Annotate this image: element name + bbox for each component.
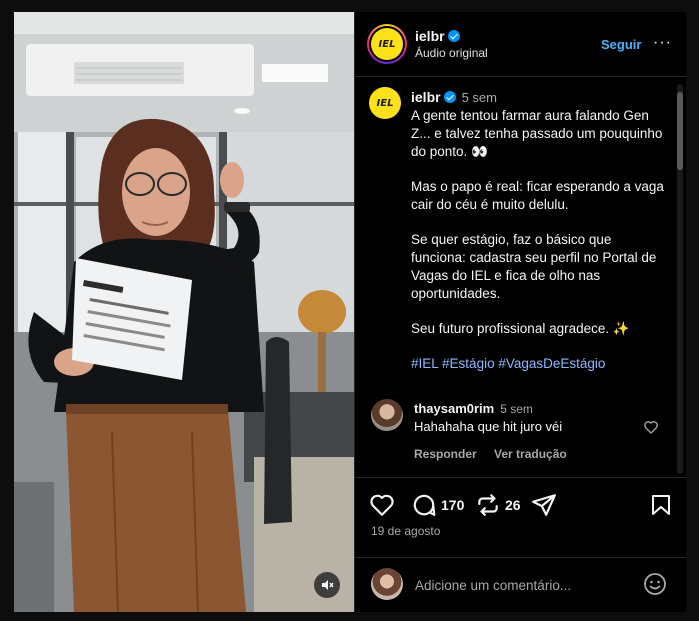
caption-time[interactable]: 5 sem [462,90,497,105]
hashtag-link[interactable]: #Estágio [442,356,495,371]
comment-avatar[interactable] [371,399,403,431]
post-header: IEL ielbr Áudio original Seguir ··· [355,12,686,77]
caption-paragraph: Mas o papo é real: ficar esperando a vag… [411,179,664,212]
emoji-button[interactable] [643,572,667,601]
mute-button[interactable] [314,572,340,598]
caption-paragraph: A gente tentou farmar aura falando Gen Z… [411,108,663,159]
comment-header: thaysam0rim 5 sem [414,401,533,416]
post-caption: A gente tentou farmar aura falando Gen Z… [411,107,666,390]
translate-button[interactable]: Ver tradução [494,447,567,461]
author-username[interactable]: ielbr [415,28,445,44]
repost-icon [478,494,498,516]
comments-section: IEL ielbr 5 sem A gente tentou farmar aur… [355,77,686,477]
caption-username[interactable]: ielbr [411,89,441,105]
follow-button[interactable]: Seguir [601,37,641,52]
comments-count[interactable]: 170 [441,497,464,513]
verified-badge-icon [443,91,456,103]
comment-input[interactable] [413,572,637,598]
comment-like-button[interactable] [643,419,659,440]
author-name-row: ielbr [415,28,460,46]
reply-button[interactable]: Responder [414,447,477,461]
comment-icon [413,494,436,516]
iel-logo: IEL [371,28,403,60]
caption-paragraph: Se quer estágio, faz o básico que funcio… [411,232,657,301]
caption-hashtags: #IEL #Estágio #VagasDeEstágio [411,355,666,373]
verified-badge-icon [447,30,460,42]
repost-button[interactable] [475,492,501,523]
caption-paragraph: Seu futuro profissional agradece. ✨ [411,321,630,336]
video-frame-image [14,12,354,612]
comment-button[interactable] [411,492,437,523]
like-button[interactable] [369,492,395,523]
bookmark-icon [652,495,670,515]
post-actions: 170 26 19 de agosto [355,477,686,558]
share-icon [532,494,556,516]
comments-scrollbar[interactable] [677,84,683,474]
save-button[interactable] [649,492,673,523]
comment-text: Hahahaha que hit juro véi [414,419,563,434]
comment-actions: Responder Ver tradução [414,447,581,461]
heart-icon [370,494,394,516]
comment-composer [355,557,686,613]
share-button[interactable] [531,492,557,523]
reposts-count[interactable]: 26 [505,497,521,513]
scrollbar-thumb[interactable] [677,92,683,170]
current-user-avatar [371,568,403,600]
post-video[interactable] [14,12,354,612]
author-avatar[interactable]: IEL [367,24,407,64]
comment-username[interactable]: thaysam0rim [414,401,494,416]
hashtag-link[interactable]: #VagasDeEstágio [498,356,605,371]
mute-icon [322,580,334,590]
instagram-post-modal: IEL ielbr Áudio original Seguir ··· IEL … [0,0,699,621]
comment-time[interactable]: 5 sem [500,402,533,416]
audio-link[interactable]: Áudio original [415,46,488,60]
hashtag-link[interactable]: #IEL [411,356,438,371]
post-sidebar: IEL ielbr Áudio original Seguir ··· IEL … [354,12,686,612]
more-icon[interactable]: ··· [653,34,672,52]
caption-header: ielbr 5 sem [411,89,497,105]
caption-avatar[interactable]: IEL [369,87,401,119]
heart-icon [644,421,658,434]
post-date[interactable]: 19 de agosto [371,524,440,538]
emoji-icon [644,573,666,595]
